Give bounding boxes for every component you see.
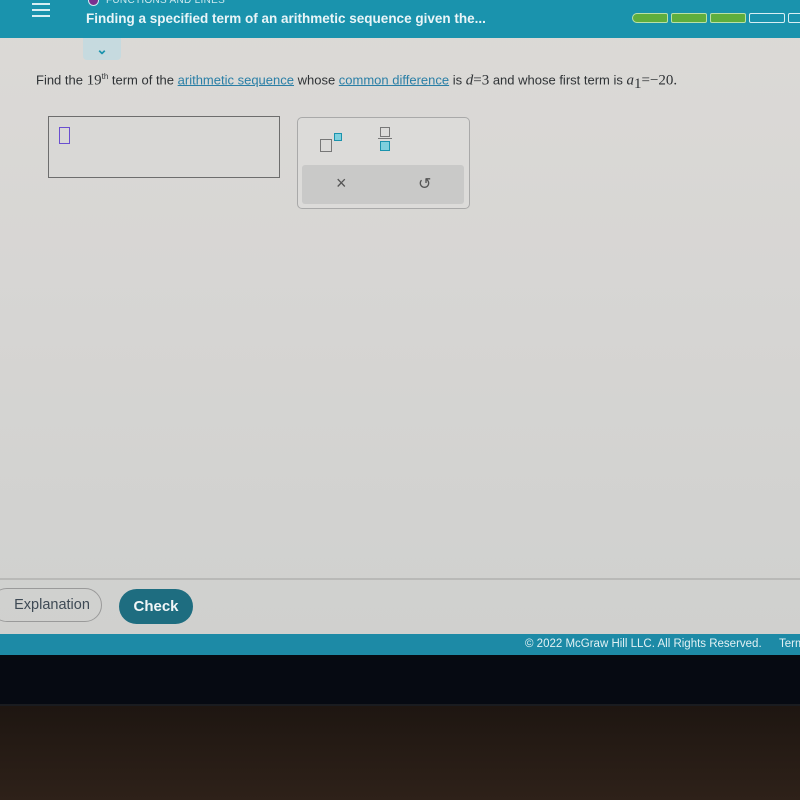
topic-status-dot-icon [88, 0, 99, 6]
collapse-toggle-button[interactable]: ⌄ [83, 38, 121, 60]
monitor-bezel [0, 655, 800, 705]
term-number: 19 [86, 72, 102, 89]
clear-button[interactable]: × [336, 173, 347, 194]
page-title: Finding a specified term of an arithmeti… [86, 11, 486, 26]
progress-segment [788, 13, 800, 23]
category-label: FUNCTIONS AND LINES [106, 0, 226, 6]
math-keypad: × ↺ [297, 117, 470, 209]
common-difference-link[interactable]: common difference [339, 72, 449, 87]
check-button[interactable]: Check [119, 589, 193, 624]
progress-bar [632, 13, 800, 23]
progress-segment [749, 13, 785, 23]
fraction-icon[interactable] [378, 127, 392, 155]
question-text: Find the 19th term of the arithmetic seq… [36, 72, 678, 92]
desk-surface [0, 706, 800, 800]
undo-button[interactable]: ↺ [418, 174, 431, 194]
copyright-text: © 2022 McGraw Hill LLC. All Rights Reser… [525, 638, 762, 650]
browser-screen: FUNCTIONS AND LINES Finding a specified … [0, 0, 800, 655]
chevron-down-icon: ⌄ [96, 40, 108, 57]
topic-category: FUNCTIONS AND LINES [88, 0, 225, 6]
footer: © 2022 McGraw Hill LLC. All Rights Reser… [0, 634, 800, 655]
arithmetic-sequence-link[interactable]: arithmetic sequence [178, 72, 294, 87]
answer-input[interactable] [48, 116, 280, 178]
progress-segment [671, 13, 707, 23]
superscript-icon[interactable] [320, 132, 344, 154]
explanation-button[interactable]: Explanation [0, 588, 102, 622]
hamburger-menu-icon[interactable] [32, 3, 50, 19]
divider [0, 578, 800, 580]
progress-segment [632, 13, 668, 23]
input-placeholder-box-icon [59, 127, 70, 144]
progress-segment [710, 13, 746, 23]
terms-link[interactable]: Terms [779, 638, 800, 650]
top-bar: FUNCTIONS AND LINES Finding a specified … [0, 0, 800, 38]
keypad-actions: × ↺ [302, 165, 464, 204]
